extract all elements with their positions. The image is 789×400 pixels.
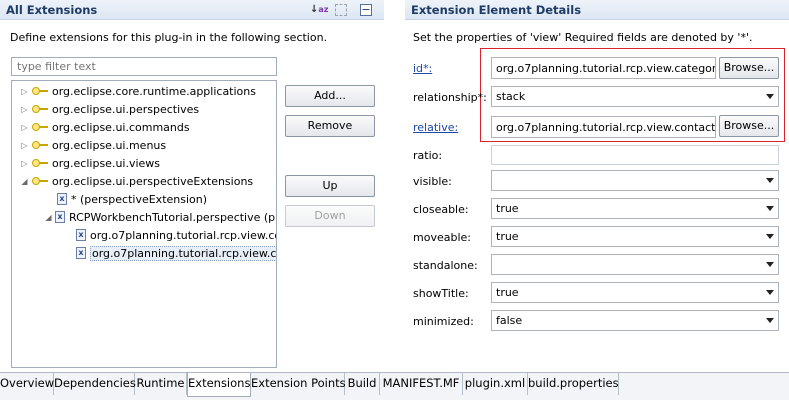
dropdown-arrow-icon <box>766 234 774 239</box>
tree-item-label: org.o7planning.tutorial.rcp.view.co <box>90 228 277 242</box>
collapse-dashed-icon[interactable] <box>335 4 347 16</box>
closeable-value: true <box>496 202 519 215</box>
standalone-label: standalone: <box>413 259 478 272</box>
showtitle-select[interactable]: true <box>491 282 779 303</box>
tab-build-properties[interactable]: build.properties <box>528 373 619 395</box>
all-extensions-header: All Extensions ↓az − <box>0 0 384 20</box>
expand-arrow-icon[interactable]: ▷ <box>20 159 29 168</box>
xml-element-icon: x <box>76 229 86 241</box>
tree-item-label: org.eclipse.ui.perspectives <box>52 102 200 116</box>
tab-extensions[interactable]: Extensions <box>187 373 251 397</box>
tree-row[interactable]: ◢ org.eclipse.ui.perspectiveExtensions <box>20 172 253 190</box>
tree-row[interactable]: ▷ org.eclipse.ui.menus <box>20 136 166 154</box>
tab-build[interactable]: Build <box>345 373 380 395</box>
id-input[interactable]: org.o7planning.tutorial.rcp.view.categor… <box>491 57 716 79</box>
relationship-select[interactable]: stack <box>491 86 779 107</box>
dropdown-arrow-icon <box>766 206 774 211</box>
tree-item-label: org.eclipse.core.runtime.applications <box>52 84 256 98</box>
tree-row[interactable]: ▷ org.eclipse.core.runtime.applications <box>20 82 256 100</box>
showtitle-label: showTitle: <box>413 287 469 300</box>
remove-button[interactable]: Remove <box>285 115 375 137</box>
ratio-label: ratio: <box>413 149 443 162</box>
moveable-value: true <box>496 230 519 243</box>
extension-icon <box>32 176 48 186</box>
extension-icon <box>32 86 48 96</box>
all-extensions-title: All Extensions <box>6 3 98 17</box>
tree-row[interactable]: x org.o7planning.tutorial.rcp.view.co <box>74 226 277 244</box>
tree-item-label: RCPWorkbenchTutorial.perspective (p <box>69 210 276 224</box>
element-details-description: Set the properties of 'view' Required fi… <box>413 31 753 44</box>
closeable-select[interactable]: true <box>491 198 779 219</box>
dropdown-arrow-icon <box>766 262 774 267</box>
extension-icon <box>32 140 48 150</box>
tree-row[interactable]: x * (perspectiveExtension) <box>55 190 207 208</box>
tree-row[interactable]: ▷ org.eclipse.ui.perspectives <box>20 100 199 118</box>
dropdown-arrow-icon <box>766 318 774 323</box>
visible-select[interactable] <box>491 170 779 191</box>
tree-item-label: org.o7planning.tutorial.rcp.view.ca <box>90 245 276 261</box>
minimized-label: minimized: <box>413 315 474 328</box>
extensions-tree[interactable]: ▷ org.eclipse.core.runtime.applications … <box>11 80 277 368</box>
expand-arrow-icon[interactable]: ▷ <box>20 105 29 114</box>
collapse-arrow-icon[interactable]: ◢ <box>20 177 29 186</box>
xml-element-icon: x <box>76 247 86 259</box>
expand-arrow-icon[interactable]: ▷ <box>20 123 29 132</box>
tab-runtime[interactable]: Runtime <box>135 373 187 395</box>
standalone-select[interactable] <box>491 254 779 275</box>
tab-dependencies[interactable]: Dependencies <box>54 373 136 395</box>
collapse-arrow-icon[interactable]: ◢ <box>44 213 53 222</box>
id-browse-button[interactable]: Browse... <box>719 57 779 79</box>
tab-manifest-mf[interactable]: MANIFEST.MF <box>380 373 463 395</box>
tab-overview[interactable]: Overview <box>0 373 54 395</box>
editor-tab-bar: Overview Dependencies Runtime Extensions… <box>0 372 789 400</box>
tree-row[interactable]: ◢ x RCPWorkbenchTutorial.perspective (p <box>44 208 275 226</box>
dropdown-arrow-icon <box>766 290 774 295</box>
tree-item-label: org.eclipse.ui.menus <box>52 138 167 152</box>
extension-icon <box>32 158 48 168</box>
tree-item-label: * (perspectiveExtension) <box>71 192 208 206</box>
element-details-title: Extension Element Details <box>411 3 582 17</box>
dropdown-arrow-icon <box>766 94 774 99</box>
relationship-value: stack <box>496 90 526 103</box>
expand-arrow-icon[interactable]: ▷ <box>20 87 29 96</box>
relationship-label: relationship*: <box>413 91 487 104</box>
up-button[interactable]: Up <box>285 175 375 197</box>
tree-item-label: org.eclipse.ui.perspectiveExtensions <box>52 174 254 188</box>
relative-label-link[interactable]: relative: <box>413 121 458 134</box>
tree-row[interactable]: ▷ org.eclipse.ui.views <box>20 154 160 172</box>
tab-extension-points[interactable]: Extension Points <box>251 373 346 395</box>
tree-item-label: org.eclipse.ui.views <box>52 156 161 170</box>
xml-element-icon: x <box>55 211 65 223</box>
tree-item-label: org.eclipse.ui.commands <box>52 120 190 134</box>
closeable-label: closeable: <box>413 203 469 216</box>
tab-plugin-xml[interactable]: plugin.xml <box>463 373 528 395</box>
extension-filter-input[interactable] <box>11 57 277 76</box>
visible-label: visible: <box>413 175 452 188</box>
collapse-all-icon[interactable]: − <box>360 4 372 16</box>
add-button[interactable]: Add... <box>285 85 375 107</box>
element-details-header: Extension Element Details <box>405 0 789 20</box>
down-button[interactable]: Down <box>285 205 375 227</box>
dropdown-arrow-icon <box>766 178 774 183</box>
id-label-link[interactable]: id*: <box>413 62 432 75</box>
relative-browse-button[interactable]: Browse... <box>719 115 779 137</box>
minimized-select[interactable]: false <box>491 310 779 331</box>
tree-row[interactable]: ▷ org.eclipse.ui.commands <box>20 118 190 136</box>
showtitle-value: true <box>496 286 519 299</box>
extension-icon <box>32 104 48 114</box>
sort-alphabetically-icon[interactable]: ↓az <box>310 2 328 18</box>
minimized-value: false <box>496 314 523 327</box>
moveable-select[interactable]: true <box>491 226 779 247</box>
xml-element-icon: x <box>57 193 67 205</box>
tree-row-selected[interactable]: x org.o7planning.tutorial.rcp.view.ca <box>74 244 276 262</box>
relative-input[interactable]: org.o7planning.tutorial.rcp.view.contact <box>491 116 716 138</box>
expand-arrow-icon[interactable]: ▷ <box>20 141 29 150</box>
extension-icon <box>32 122 48 132</box>
ratio-input[interactable] <box>491 145 779 165</box>
moveable-label: moveable: <box>413 231 471 244</box>
all-extensions-description: Define extensions for this plug-in in th… <box>10 31 328 44</box>
